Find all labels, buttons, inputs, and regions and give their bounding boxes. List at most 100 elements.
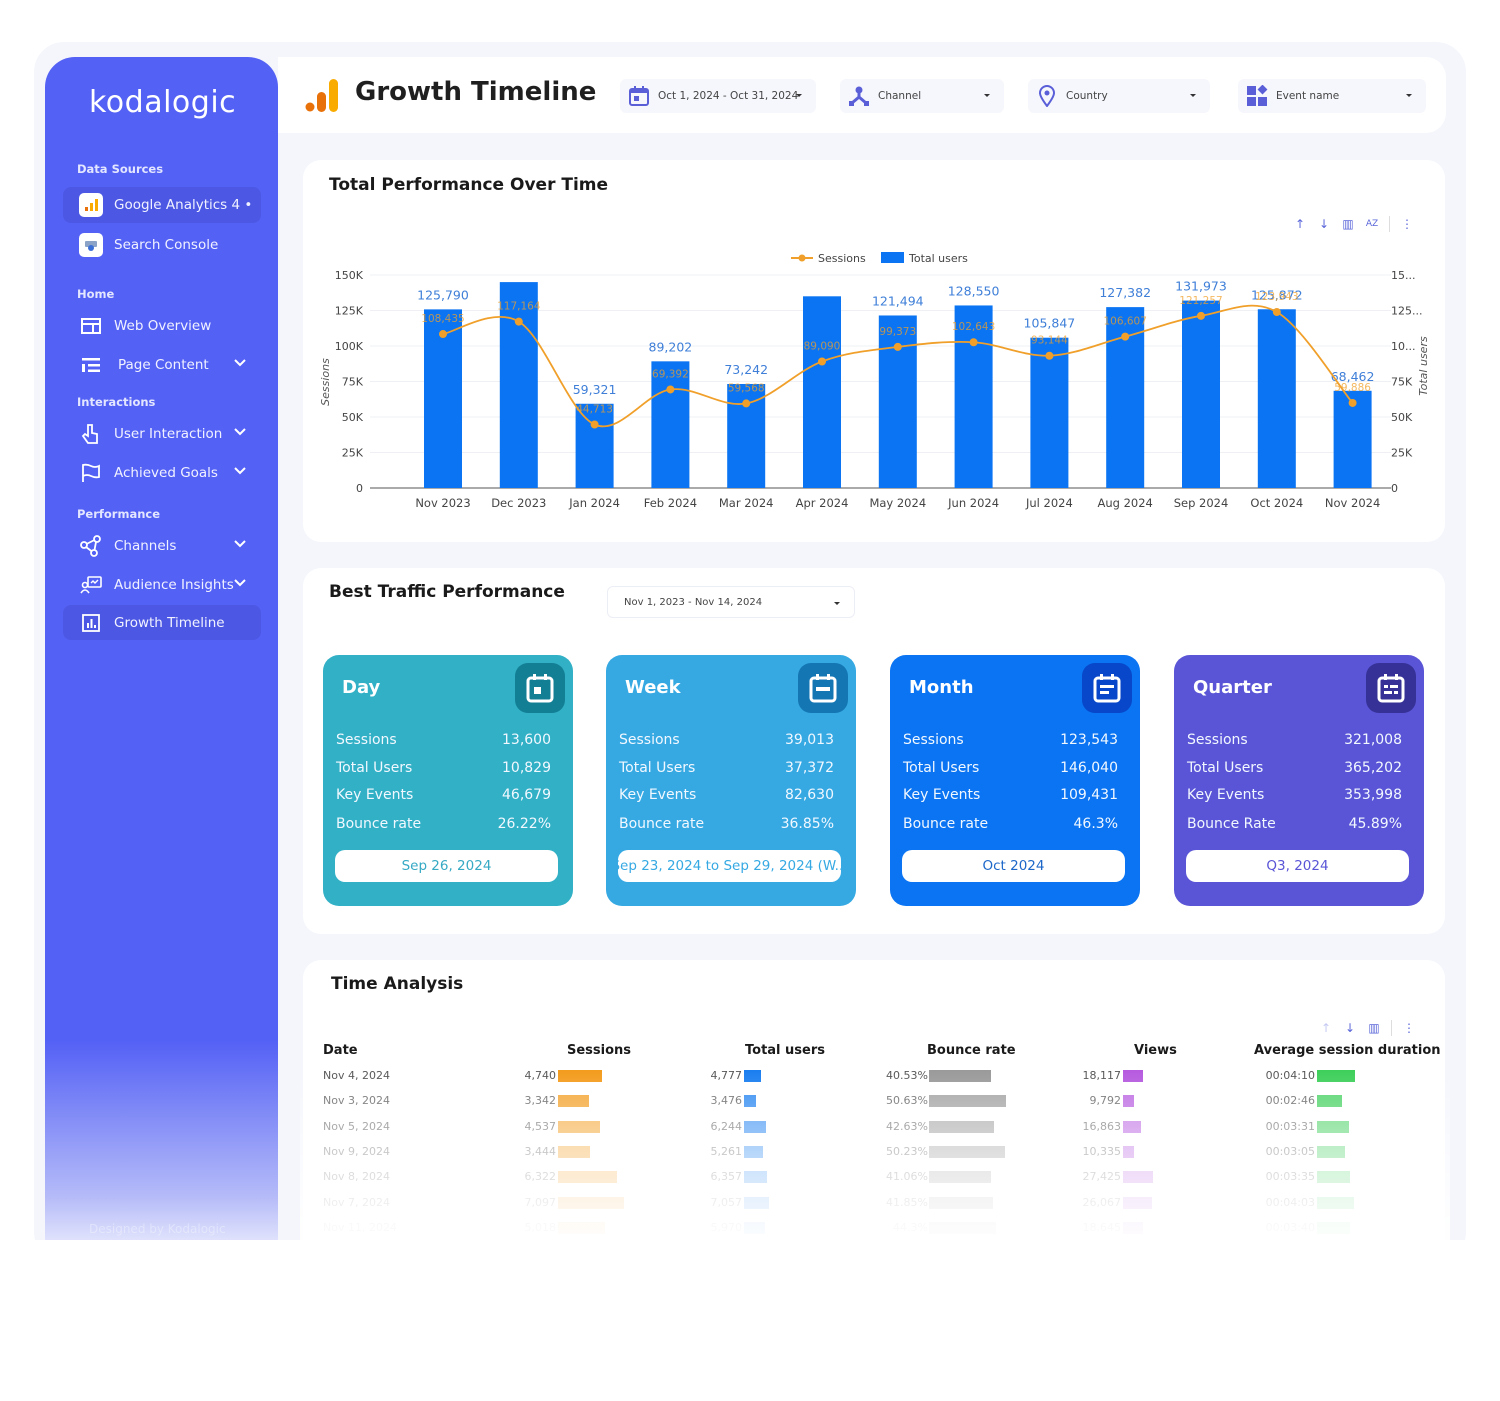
bar-total-users xyxy=(803,296,841,488)
metric-label: Key Events xyxy=(619,787,697,803)
users-cell: 5,261 xyxy=(710,1144,743,1158)
metric-label: Bounce rate xyxy=(903,816,989,832)
analytics-logo-icon xyxy=(305,79,338,112)
x-tick-label: Aug 2024 xyxy=(1098,496,1153,510)
y-tick-label: 50K xyxy=(342,411,364,424)
sidebar-item-channels[interactable]: Channels xyxy=(63,528,261,564)
sessions-data-label: 123,943 xyxy=(1255,291,1298,303)
more-options-icon[interactable]: ⋮ xyxy=(1402,1021,1416,1035)
sessions-bar xyxy=(558,1196,624,1209)
channel-filter[interactable]: Channel xyxy=(840,79,1004,113)
bar-data-label: 125,790 xyxy=(417,287,469,302)
traffic-metric-row: Total Users 146,040 xyxy=(903,760,1118,776)
sessions-cell: 5,018 xyxy=(524,1220,557,1234)
x-tick-label: Sep 2024 xyxy=(1174,496,1229,510)
traffic-metric-row: Sessions 39,013 xyxy=(619,732,834,748)
period-button[interactable]: Sep 23, 2024 to Sep 29, 2024 (W... xyxy=(618,850,841,882)
views-bar xyxy=(1123,1145,1135,1158)
calendar-icon xyxy=(515,663,565,713)
sessions-data-label: 102,643 xyxy=(952,321,995,333)
sessions-data-label: 117,164 xyxy=(497,301,541,313)
y2-tick-label: 50K xyxy=(1391,411,1413,424)
bar-data-label: 131,973 xyxy=(1175,279,1227,294)
performance-chart-card: Total Performance Over Time ↑ ↓ ▥ AZ ⋮ 0… xyxy=(303,160,1445,542)
x-tick-label: Nov 2024 xyxy=(1325,496,1380,510)
sessions-point xyxy=(1121,332,1130,341)
sort-descending-icon[interactable]: ↓ xyxy=(1343,1021,1357,1035)
duration-cell: 00:03:05 xyxy=(1265,1144,1315,1158)
legend-sessions-marker xyxy=(798,254,806,262)
bounce-cell: 41.85% xyxy=(886,1195,928,1209)
sessions-point xyxy=(742,399,751,408)
users-cell: 6,244 xyxy=(710,1119,743,1133)
sidebar-item-label: Channels xyxy=(114,538,177,554)
bar-data-label: 127,382 xyxy=(1099,285,1151,300)
section-performance: Performance xyxy=(77,507,161,521)
search-console-icon xyxy=(79,233,103,257)
bar-data-label: 89,202 xyxy=(649,339,693,354)
period-button[interactable]: Q3, 2024 xyxy=(1186,850,1409,882)
sessions-cell: 6,322 xyxy=(524,1170,557,1184)
sessions-point xyxy=(666,385,675,394)
table-toolbar: ↑ ↓ ▥ ⋮ xyxy=(1319,1020,1416,1036)
bar-total-users xyxy=(1030,337,1069,488)
legend-users-swatch xyxy=(881,252,904,263)
layout-icon xyxy=(79,314,103,338)
views-cell: 10,335 xyxy=(1082,1144,1122,1158)
date-cell: Nov 8, 2024 xyxy=(323,1170,390,1184)
traffic-metric-row: Sessions 321,008 xyxy=(1187,732,1402,748)
sidebar-item-user-interaction[interactable]: User Interaction xyxy=(63,416,261,452)
chevron-down-icon xyxy=(234,579,246,587)
period-button[interactable]: Sep 26, 2024 xyxy=(335,850,558,882)
sidebar-item-growth-timeline[interactable]: Growth Timeline xyxy=(63,605,261,640)
traffic-metric-row: Bounce rate 26.22% xyxy=(336,816,551,832)
sidebar-item-audience-insights[interactable]: Audience Insights xyxy=(63,567,261,603)
chart-options-icon[interactable]: ▥ xyxy=(1367,1021,1381,1035)
column-header[interactable]: Date xyxy=(323,1043,358,1058)
sessions-point xyxy=(1348,398,1357,407)
y2-tick-label: 0 xyxy=(1391,482,1398,495)
metric-value: 123,543 xyxy=(1060,732,1118,748)
sidebar-item-web-overview[interactable]: Web Overview xyxy=(63,308,261,344)
traffic-date-range-value: Nov 1, 2023 - Nov 14, 2024 xyxy=(624,596,763,608)
column-header[interactable]: Average session duration xyxy=(1254,1043,1441,1058)
users-bar xyxy=(744,1171,767,1184)
traffic-card-month: Month Sessions 123,543 Total Users 146,0… xyxy=(890,655,1140,906)
sessions-data-label: 59,568 xyxy=(728,382,765,394)
column-header[interactable]: Sessions xyxy=(567,1043,631,1058)
metric-value: 45.89% xyxy=(1348,816,1402,832)
bar-total-users xyxy=(1257,309,1296,488)
sessions-data-label: 59,886 xyxy=(1334,382,1371,394)
sidebar-item-search-console[interactable]: Search Console xyxy=(63,227,261,263)
event-name-filter[interactable]: Event name xyxy=(1238,79,1426,113)
metric-label: Sessions xyxy=(1187,732,1248,748)
sidebar: kodalogic Data Sources Google Analytics … xyxy=(45,57,278,1257)
bounce-bar xyxy=(929,1095,1006,1108)
duration-cell: 00:02:46 xyxy=(1265,1094,1315,1108)
duration-cell: 00:03:35 xyxy=(1265,1170,1315,1184)
column-header[interactable]: Bounce rate xyxy=(927,1043,1016,1058)
calendar-icon xyxy=(1082,663,1132,713)
sessions-cell: 4,537 xyxy=(524,1119,557,1133)
traffic-metric-row: Bounce rate 36.85% xyxy=(619,816,834,832)
sidebar-item-achieved-goals[interactable]: Achieved Goals xyxy=(63,455,261,491)
column-header[interactable]: Views xyxy=(1134,1043,1177,1058)
traffic-date-range[interactable]: Nov 1, 2023 - Nov 14, 2024 xyxy=(607,586,855,618)
sidebar-item-google-analytics[interactable]: Google Analytics 4 • xyxy=(63,187,261,223)
event-name-filter-label: Event name xyxy=(1276,90,1340,102)
views-cell: 26,067 xyxy=(1082,1195,1122,1209)
country-filter[interactable]: Country xyxy=(1028,79,1210,113)
y-tick-label: 125K xyxy=(335,305,364,318)
period-button[interactable]: Oct 2024 xyxy=(902,850,1125,882)
duration-bar xyxy=(1317,1221,1351,1234)
section-interactions: Interactions xyxy=(77,395,156,409)
column-header[interactable]: Total users xyxy=(745,1043,825,1058)
date-range-filter[interactable]: Oct 1, 2024 - Oct 31, 2024 xyxy=(620,79,816,113)
sessions-data-label: 89,090 xyxy=(804,340,841,352)
date-cell: Nov 9, 2024 xyxy=(323,1144,390,1158)
sort-ascending-icon[interactable]: ↑ xyxy=(1319,1021,1333,1035)
caret-down-icon xyxy=(796,94,802,97)
sidebar-item-page-content[interactable]: Page Content xyxy=(63,347,261,383)
audience-icon xyxy=(79,573,103,597)
duration-cell: 00:04:03 xyxy=(1265,1195,1315,1209)
